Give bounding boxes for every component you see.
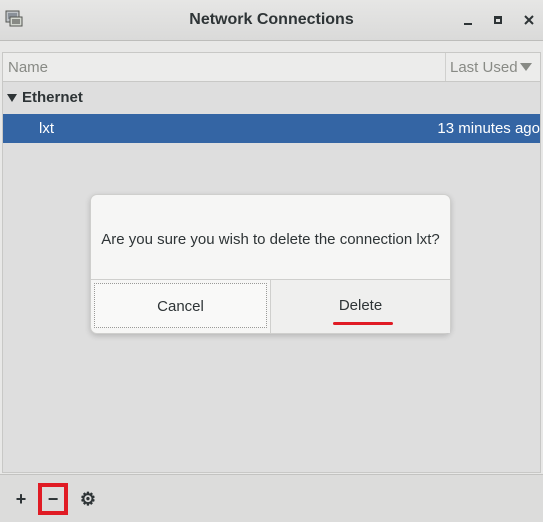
gear-icon: ⚙ (79, 488, 97, 509)
group-row-ethernet[interactable]: Ethernet (3, 84, 540, 112)
cancel-button[interactable]: Cancel (91, 280, 271, 333)
delete-button[interactable]: Delete (271, 280, 450, 333)
maximize-icon (494, 16, 502, 24)
expander-arrow-icon[interactable] (7, 94, 17, 102)
annotation-underline (333, 322, 393, 325)
column-header-row: Name Last Used (3, 53, 540, 82)
minimize-icon (464, 23, 472, 25)
delete-button-label: Delete (338, 297, 383, 314)
maximize-button[interactable] (489, 11, 507, 29)
close-icon (524, 15, 534, 25)
edit-connection-button[interactable]: ⚙ (74, 485, 102, 513)
minus-icon: − (47, 488, 59, 509)
close-button[interactable] (520, 11, 538, 29)
group-label: Ethernet (22, 89, 83, 106)
connection-row-selected[interactable]: lxt 13 minutes ago (3, 114, 540, 143)
bottom-toolbar: + − ⚙ (0, 474, 543, 522)
plus-icon: + (15, 488, 27, 509)
add-connection-button[interactable]: + (7, 485, 35, 513)
cancel-button-label: Cancel (157, 298, 204, 315)
dialog-button-row: Cancel Delete (91, 279, 450, 333)
connection-last-used: 13 minutes ago (437, 120, 540, 137)
connection-name: lxt (39, 120, 54, 137)
minimize-button[interactable] (459, 11, 477, 29)
delete-confirmation-dialog: Are you sure you wish to delete the conn… (90, 194, 451, 334)
column-header-last-used-label: Last Used (450, 59, 518, 76)
sort-descending-icon (520, 63, 532, 71)
remove-connection-button[interactable]: − (38, 483, 68, 515)
column-header-last-used[interactable]: Last Used (445, 53, 540, 81)
title-bar: Network Connections (0, 0, 543, 41)
column-header-name[interactable]: Name (8, 59, 48, 76)
dialog-message: Are you sure you wish to delete the conn… (101, 231, 440, 248)
